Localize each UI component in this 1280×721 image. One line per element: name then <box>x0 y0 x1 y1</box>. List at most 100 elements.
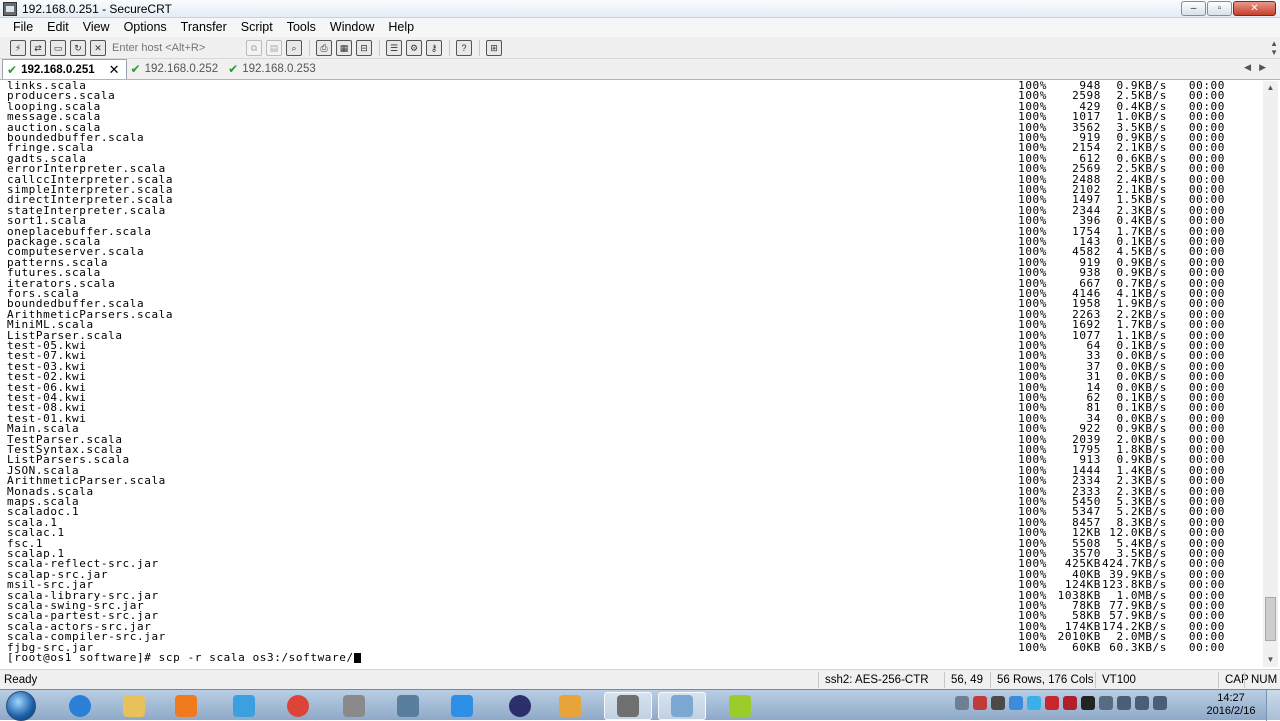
clock-date: 2016/2/16 <box>1206 705 1256 717</box>
scroll-down-icon[interactable]: ▼ <box>1263 653 1278 667</box>
keyboard-icon[interactable] <box>955 696 969 710</box>
toolbar: ⚡ ⇄ ▭ ↻ ✕ ⧉ ▤ ⌕ ⎙ ▦ ⊟ ☰ ⚙ ⚷ ? ⊞ ▲▼ <box>0 37 1280 59</box>
menu-script[interactable]: Script <box>234 18 280 37</box>
connect-icon[interactable]: ⚡ <box>10 39 26 56</box>
scrollbar-thumb[interactable] <box>1265 597 1276 641</box>
volume-icon[interactable] <box>1135 696 1149 710</box>
flower-app-icon[interactable] <box>1063 696 1077 710</box>
taskbar-app-eclipse[interactable] <box>496 692 544 720</box>
tab-session-253[interactable]: ✔ 192.168.0.253 <box>224 59 322 79</box>
print-setup-icon[interactable]: ⊟ <box>356 39 372 56</box>
session-options-icon[interactable]: ☰ <box>386 39 402 56</box>
security-app-icon <box>397 695 419 717</box>
taskbar-app-mybatis-app[interactable] <box>716 692 764 720</box>
file-explorer-icon <box>123 695 145 717</box>
eclipse-icon <box>509 695 531 717</box>
transfer-eta: 00:00 <box>1188 640 1225 654</box>
toolbar-separator <box>309 39 310 56</box>
menu-view[interactable]: View <box>76 18 117 37</box>
status-ready: Ready <box>4 674 38 686</box>
tab-scroll-arrows-icon[interactable]: ◀▶ <box>1244 62 1274 73</box>
action-center-icon[interactable] <box>1153 696 1167 710</box>
virtualbox-icon <box>559 695 581 717</box>
taskbar-clock[interactable]: 14:27 2016/2/16 <box>1206 692 1256 718</box>
print-icon[interactable]: ⎙ <box>316 39 332 56</box>
transfer-size: 60KB <box>1072 640 1101 654</box>
chrome-icon <box>287 695 309 717</box>
copy-icon[interactable]: ⧉ <box>246 39 262 56</box>
enter-host-input[interactable] <box>110 39 240 56</box>
feather-app-icon <box>451 695 473 717</box>
taskbar-app-internet-explorer[interactable] <box>56 692 104 720</box>
connected-check-icon: ✔ <box>228 62 239 76</box>
keymap-editor-icon[interactable]: ⊞ <box>486 39 502 56</box>
connect-tab-icon[interactable]: ▭ <box>50 39 66 56</box>
status-bar: Ready ssh2: AES-256-CTR 56, 49 56 Rows, … <box>0 669 1280 689</box>
start-button[interactable] <box>6 691 36 721</box>
taskbar-app-feather-app[interactable] <box>438 692 486 720</box>
securecrt-icon <box>617 695 639 717</box>
windows-taskbar: 14:27 2016/2/16 <box>0 689 1280 721</box>
status-emulation: VT100 <box>1095 672 1136 688</box>
taskbar-app-securecrt[interactable] <box>604 692 652 720</box>
status-cipher: ssh2: AES-256-CTR <box>818 672 929 688</box>
maximize-button[interactable]: ▫ <box>1207 1 1232 16</box>
taskbar-app-file-explorer[interactable] <box>110 692 158 720</box>
menu-options[interactable]: Options <box>117 18 174 37</box>
taskbar-app-virtualbox[interactable] <box>546 692 594 720</box>
paste-icon[interactable]: ▤ <box>266 39 282 56</box>
messenger-icon[interactable] <box>1027 696 1041 710</box>
taskbar-app-chrome[interactable] <box>274 692 322 720</box>
status-cursor-position: 56, 49 <box>944 672 983 688</box>
quick-connect-icon[interactable]: ⇄ <box>30 39 46 56</box>
menu-file[interactable]: File <box>6 18 40 37</box>
show-desktop-button[interactable] <box>1266 690 1280 721</box>
tab-session-251[interactable]: ✔ 192.168.0.251 ✕ <box>2 59 127 79</box>
print-selection-icon[interactable]: ▦ <box>336 39 352 56</box>
close-button[interactable]: ✕ <box>1233 1 1276 16</box>
terminal-scrollbar[interactable]: ▲ ▼ <box>1263 81 1278 667</box>
tab-session-252[interactable]: ✔ 192.168.0.252 <box>127 59 225 79</box>
toolbar-scroll-icon[interactable]: ▲ ▼ <box>1270 39 1278 57</box>
antivirus-icon[interactable] <box>973 696 987 710</box>
securecrt-app-icon[interactable] <box>3 1 17 16</box>
security-shield-icon[interactable] <box>1045 696 1059 710</box>
status-num-lock: NUM <box>1244 672 1277 688</box>
disconnect-icon[interactable]: ✕ <box>90 39 106 56</box>
menu-tools[interactable]: Tools <box>280 18 323 37</box>
key-map-icon[interactable]: ⚷ <box>426 39 442 56</box>
transfer-pct: 100% <box>1018 640 1047 654</box>
taskbar-app-media-player[interactable] <box>162 692 210 720</box>
connected-check-icon: ✔ <box>130 62 141 76</box>
taskbar-app-network-app[interactable] <box>220 692 268 720</box>
terminal-output[interactable]: links.scala 100% 948 0.9KB/s 00:00 producers.… <box>4 81 1261 667</box>
toolbar-separator <box>479 39 480 56</box>
network-drive-icon <box>671 695 693 717</box>
help-icon[interactable]: ? <box>456 39 472 56</box>
taskbar-app-network-drive[interactable] <box>658 692 706 720</box>
menu-edit[interactable]: Edit <box>40 18 76 37</box>
minimize-button[interactable]: – <box>1181 1 1206 16</box>
shell-prompt-line[interactable]: [root@os1 software]# scp -r scala os3:/s… <box>7 652 361 664</box>
tab-label: 192.168.0.252 <box>144 63 219 75</box>
find-icon[interactable]: ⌕ <box>286 39 302 56</box>
mybatis-app-icon <box>729 695 751 717</box>
tab-close-icon[interactable]: ✕ <box>109 62 120 78</box>
cloud-sync-icon[interactable] <box>1009 696 1023 710</box>
taskbar-app-settings-app[interactable] <box>330 692 378 720</box>
internet-explorer-icon <box>69 695 91 717</box>
status-terminal-size: 56 Rows, 176 Cols <box>990 672 1094 688</box>
session-tab-bar: ✔ 192.168.0.251 ✕ ✔ 192.168.0.252 ✔ 192.… <box>0 59 1280 80</box>
system-tray <box>955 696 1167 710</box>
global-options-icon[interactable]: ⚙ <box>406 39 422 56</box>
reconnect-icon[interactable]: ↻ <box>70 39 86 56</box>
scroll-up-icon[interactable]: ▲ <box>1263 81 1278 95</box>
menu-help[interactable]: Help <box>381 18 421 37</box>
usb-icon[interactable] <box>991 696 1005 710</box>
menu-window[interactable]: Window <box>323 18 381 37</box>
menu-transfer[interactable]: Transfer <box>174 18 234 37</box>
network-icon[interactable] <box>1117 696 1131 710</box>
qq-icon[interactable] <box>1081 696 1095 710</box>
taskbar-app-security-app[interactable] <box>384 692 432 720</box>
ime-icon[interactable] <box>1099 696 1113 710</box>
